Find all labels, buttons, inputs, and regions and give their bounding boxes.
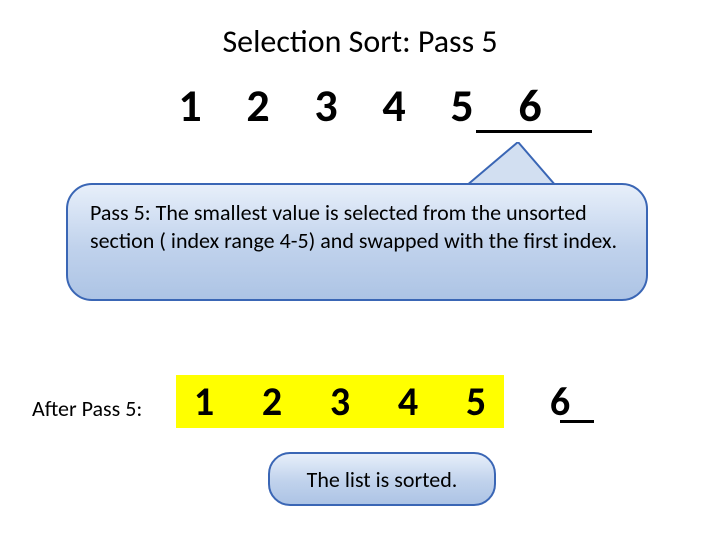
- array-after-item-2: 3: [320, 377, 360, 426]
- array-after-item-4: 5: [456, 377, 496, 426]
- array-before-item-5: 6: [510, 78, 550, 134]
- array-after-item-0: 1: [184, 377, 224, 426]
- sorted-highlight: 1 2 3 4 5: [176, 375, 504, 428]
- array-after-item-5: 6: [540, 377, 580, 426]
- explanation-text: Pass 5: The smallest value is selected f…: [66, 183, 648, 301]
- array-before-item-0: 1: [170, 78, 210, 134]
- array-after-item-3: 4: [388, 377, 428, 426]
- slide-title: Selection Sort: Pass 5: [0, 22, 720, 61]
- array-before-item-1: 2: [238, 78, 278, 134]
- array-before-item-4: 5: [442, 78, 482, 134]
- array-before-item-2: 3: [306, 78, 346, 134]
- array-before: 1 2 3 4 5 6: [170, 78, 550, 134]
- after-pass-label: After Pass 5:: [32, 395, 142, 422]
- explanation-callout: Pass 5: The smallest value is selected f…: [66, 143, 648, 303]
- unsorted-underline-after: [560, 420, 594, 423]
- sorted-message: The list is sorted.: [268, 452, 496, 506]
- unsorted-underline-before: [476, 130, 592, 133]
- array-before-item-3: 4: [374, 78, 414, 134]
- array-after: 1 2 3 4 5 6: [176, 375, 580, 428]
- array-after-item-1: 2: [252, 377, 292, 426]
